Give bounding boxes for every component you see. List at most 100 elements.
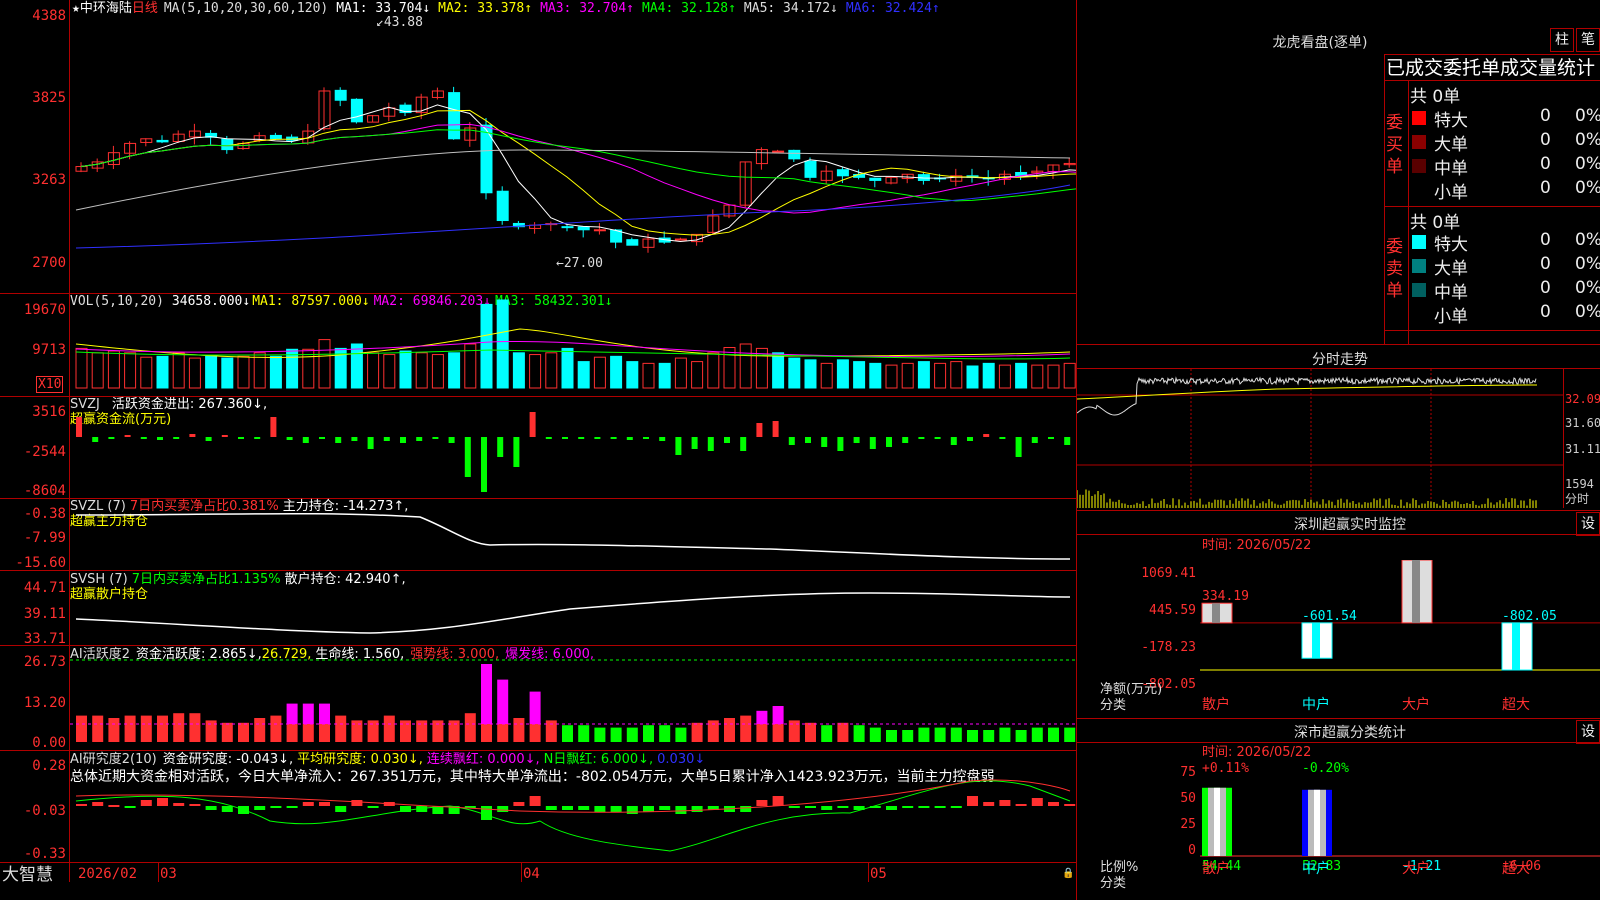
bar-value-label: 334.19 [1202, 589, 1249, 604]
svzj-bar [772, 421, 779, 437]
volume-bar [1015, 362, 1028, 389]
lhb-tabs[interactable]: 已成交委托单成交量统计 [1386, 56, 1595, 80]
category-label[interactable]: 超大 [1502, 698, 1530, 713]
svzj-bar [173, 437, 180, 439]
divider [1384, 54, 1600, 55]
ai1-bar [610, 727, 622, 742]
candle-body [561, 226, 574, 229]
sz-monitor-chart[interactable]: 334.19 -601.54 1069.41 -802.05 [1200, 560, 1600, 685]
category-label[interactable]: 大户 [1402, 862, 1430, 877]
svzj-axis-label: -2544 [23, 444, 66, 460]
candle-body [626, 239, 639, 246]
ai1-bar [140, 715, 152, 742]
svzj-bar [400, 437, 406, 443]
sz-monitor-bar[interactable] [1301, 622, 1333, 659]
ai1-bar [221, 722, 233, 742]
sz-monitor-bar[interactable] [1501, 622, 1533, 671]
date-tick [868, 862, 869, 882]
category-label[interactable]: 散户 [1202, 862, 1230, 877]
divider [1076, 718, 1600, 719]
category-label[interactable]: 散户 [1202, 698, 1230, 713]
candle-body [869, 177, 882, 181]
ai2-chart[interactable] [70, 751, 1076, 862]
bar-highlight [1314, 789, 1320, 856]
svzj-bar [869, 437, 876, 449]
svzj-bar [707, 437, 714, 451]
svzj-bar [367, 437, 374, 449]
volume-chart[interactable] [70, 294, 1076, 396]
category-label[interactable]: 中户 [1302, 862, 1330, 877]
bar-top-label: +0.11% [1202, 762, 1249, 776]
ai1-bar [999, 727, 1011, 742]
sz-monitor-bar[interactable] [1201, 602, 1233, 624]
ai2-axis-label: -0.03 [23, 803, 66, 819]
candlestick-chart[interactable] [70, 0, 1076, 293]
ai2-bar [950, 806, 962, 808]
svzl-axis-label: -0.38 [23, 506, 66, 522]
candle-body [593, 229, 606, 232]
volume-bar [885, 364, 898, 389]
ai1-bar [92, 715, 104, 742]
volume-bar [529, 354, 542, 389]
ai2-bar [367, 806, 379, 808]
ai2-bar [221, 806, 233, 812]
ai2-bar [173, 803, 185, 806]
sz-class-bar[interactable] [1202, 787, 1232, 856]
ai2-bar [902, 806, 914, 808]
category-label[interactable]: 中户 [1302, 698, 1330, 713]
volume-bar [820, 362, 833, 389]
low-price-label: ←27.00 [556, 256, 603, 271]
ai1-bar [319, 703, 330, 724]
svzl-chart[interactable] [70, 499, 1076, 570]
svzj-chart[interactable] [70, 397, 1076, 498]
svzj-bar [270, 417, 277, 437]
svzj-bar [124, 435, 131, 437]
sz-class-bar[interactable] [1302, 789, 1332, 856]
ma3-line [80, 123, 1076, 214]
sz-class-chart[interactable]: +0.11%54.44-0.20%52.83 -1.21 -6.06 [1200, 762, 1600, 882]
bar-highlight [1512, 622, 1520, 670]
ai2-bar [205, 806, 217, 810]
date-tick [158, 862, 159, 882]
ai2-bar [254, 806, 266, 810]
ai1-bar [1031, 727, 1043, 742]
svzj-bar [1064, 437, 1071, 445]
ai2-bar [76, 804, 87, 806]
ai2-bar [124, 806, 136, 808]
svzj-bar [902, 437, 909, 443]
ai2-bar [967, 796, 978, 806]
category-label[interactable]: 大户 [1402, 698, 1430, 713]
sz-monitor-settings-button[interactable]: 设 [1576, 512, 1600, 536]
ai1-bar [189, 713, 201, 742]
ai2-bar [108, 805, 120, 807]
legend-swatch [1412, 183, 1426, 197]
bar-mode-button[interactable]: 柱 [1550, 28, 1574, 52]
vol-unit-badge: X10 [36, 376, 64, 393]
svzj-bar [999, 437, 1006, 439]
volume-bar [237, 355, 250, 389]
ai2-bar [545, 806, 557, 810]
sz-class-settings-button[interactable]: 设 [1576, 720, 1600, 744]
candle-body [772, 150, 785, 153]
sz-monitor-bar[interactable] [1401, 560, 1433, 624]
intraday-chart[interactable] [1077, 369, 1563, 508]
svzj-bar [983, 434, 990, 437]
volume-bar [934, 362, 947, 389]
ai2-bar [1031, 798, 1043, 806]
volume-bar [367, 352, 380, 389]
ma2-line [80, 109, 1076, 236]
intraday-avg-line [1077, 384, 1538, 400]
svzj-bar [108, 437, 115, 439]
ai1-chart[interactable] [70, 646, 1076, 750]
divider [1076, 534, 1600, 535]
svsh-chart[interactable] [70, 571, 1076, 645]
lock-icon[interactable]: 🔒 [1062, 866, 1074, 881]
ai1-bar [691, 722, 703, 742]
svzj-bar [950, 437, 957, 445]
bar-value-label: -802.05 [1502, 609, 1557, 624]
tick-mode-button[interactable]: 笔 [1576, 28, 1600, 52]
vol-axis-label: 19670 [23, 302, 66, 318]
ai1-bar [967, 730, 978, 742]
category-label[interactable]: 超大 [1502, 862, 1530, 877]
volume-bar [1031, 364, 1044, 389]
